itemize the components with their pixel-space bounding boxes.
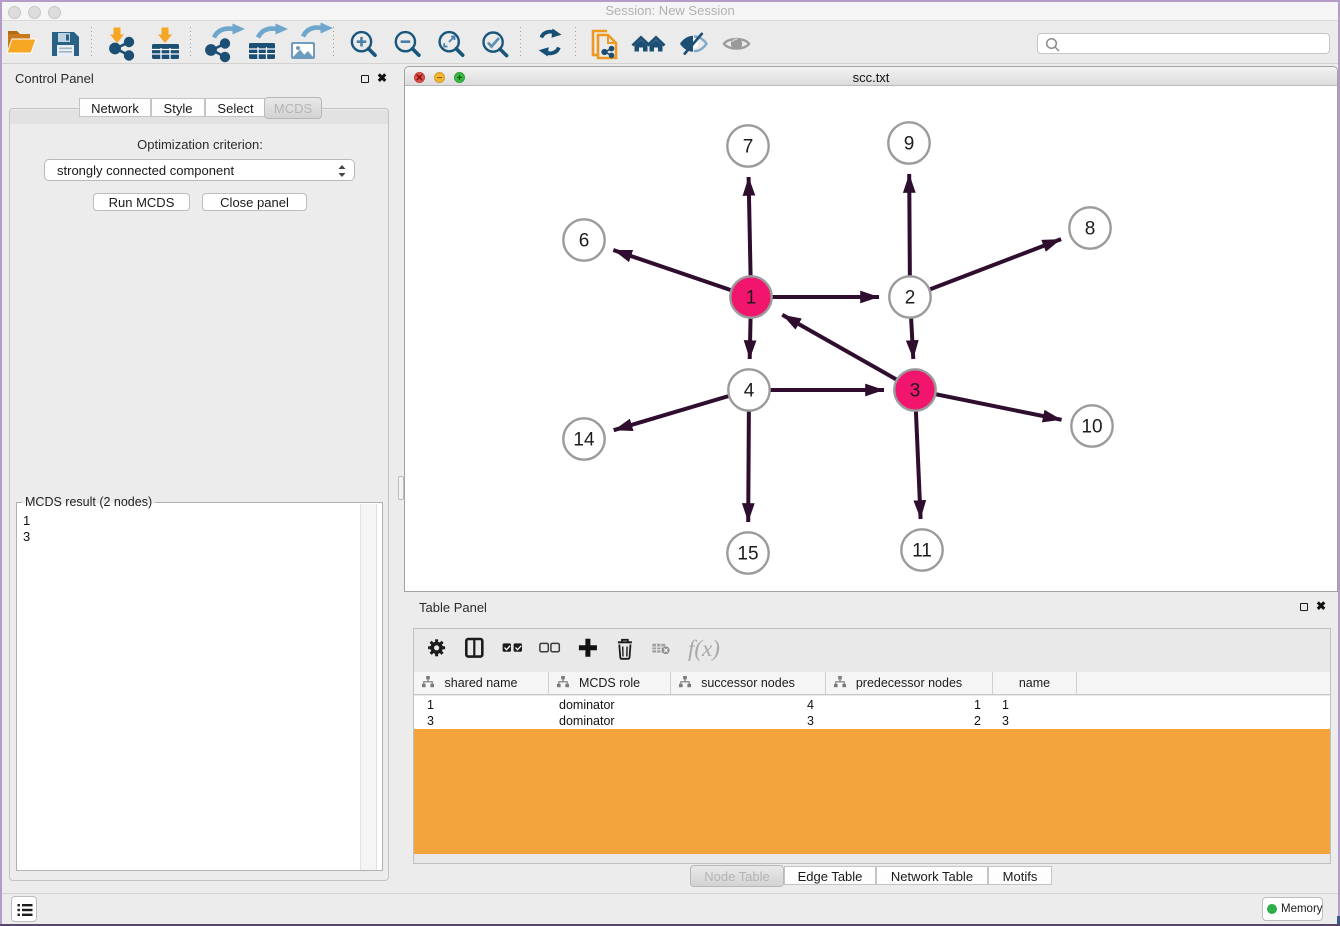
svg-text:4: 4 xyxy=(744,381,755,402)
svg-text:3: 3 xyxy=(910,381,921,402)
svg-text:8: 8 xyxy=(1085,219,1096,240)
svg-text:14: 14 xyxy=(573,430,595,451)
svg-text:f(x): f(x) xyxy=(688,636,720,661)
svg-text:10: 10 xyxy=(1081,417,1102,438)
svg-text:2: 2 xyxy=(905,288,916,309)
svg-text:1: 1 xyxy=(746,288,757,309)
svg-text:7: 7 xyxy=(743,137,754,158)
svg-text:11: 11 xyxy=(912,541,932,562)
svg-text:6: 6 xyxy=(579,231,590,252)
svg-text:9: 9 xyxy=(904,134,915,155)
svg-text:15: 15 xyxy=(737,544,758,565)
